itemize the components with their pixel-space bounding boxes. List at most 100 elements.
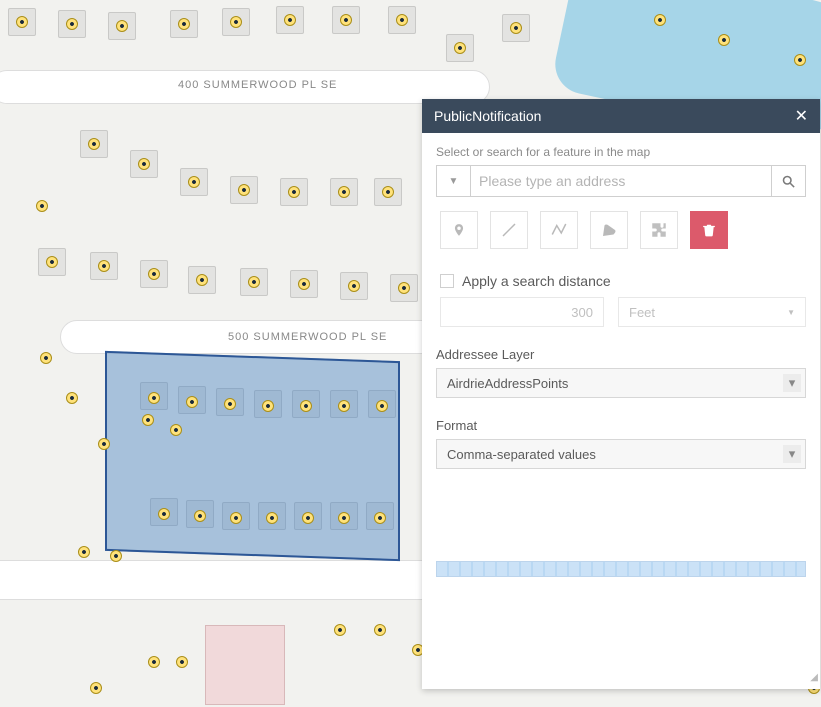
address-point[interactable]	[334, 624, 346, 636]
address-point[interactable]	[66, 18, 78, 30]
public-notification-panel: PublicNotification ✕ Select or search fo…	[422, 99, 820, 689]
distance-inputs: Feet ▼	[436, 297, 806, 327]
address-point[interactable]	[654, 14, 666, 26]
polyline-tool[interactable]	[540, 211, 578, 249]
address-point[interactable]	[158, 508, 170, 520]
address-point[interactable]	[376, 400, 388, 412]
line-tool[interactable]	[490, 211, 528, 249]
address-point[interactable]	[374, 624, 386, 636]
address-point[interactable]	[224, 398, 236, 410]
address-point[interactable]	[398, 282, 410, 294]
road-label: 500 SUMMERWOOD PL SE	[228, 331, 387, 343]
address-point[interactable]	[248, 276, 260, 288]
address-point[interactable]	[300, 400, 312, 412]
panel-title: PublicNotification	[434, 108, 541, 124]
address-point[interactable]	[16, 16, 28, 28]
address-point[interactable]	[288, 186, 300, 198]
selection-polygon[interactable]	[105, 351, 400, 561]
address-point[interactable]	[196, 274, 208, 286]
addressee-select[interactable]: AirdrieAddressPoints ▾	[436, 368, 806, 398]
search-source-dropdown[interactable]: ▼	[436, 165, 470, 197]
address-point[interactable]	[40, 352, 52, 364]
road-label: 400 SUMMERWOOD PL SE	[178, 79, 337, 91]
address-point[interactable]	[78, 546, 90, 558]
puzzle-icon	[650, 221, 668, 239]
address-point[interactable]	[302, 512, 314, 524]
panel-header[interactable]: PublicNotification ✕	[422, 99, 820, 133]
format-value: Comma-separated values	[447, 447, 596, 462]
address-point[interactable]	[66, 392, 78, 404]
address-point[interactable]	[46, 256, 58, 268]
address-point[interactable]	[230, 16, 242, 28]
distance-unit-value: Feet	[629, 305, 655, 320]
puzzle-tool[interactable]	[640, 211, 678, 249]
draw-tools	[436, 211, 806, 249]
address-point[interactable]	[98, 260, 110, 272]
format-select[interactable]: Comma-separated values ▾	[436, 439, 806, 469]
search-input[interactable]	[470, 165, 772, 197]
address-point[interactable]	[186, 396, 198, 408]
address-point[interactable]	[188, 176, 200, 188]
apply-distance-row: Apply a search distance	[436, 273, 806, 289]
search-hint: Select or search for a feature in the ma…	[436, 145, 806, 159]
address-point[interactable]	[340, 14, 352, 26]
address-point[interactable]	[230, 512, 242, 524]
polygon-icon	[600, 221, 618, 239]
chevron-down-icon: ▼	[787, 308, 795, 317]
address-point[interactable]	[454, 42, 466, 54]
address-point[interactable]	[794, 54, 806, 66]
address-point[interactable]	[148, 392, 160, 404]
address-point[interactable]	[338, 512, 350, 524]
address-point[interactable]	[138, 158, 150, 170]
addressee-value: AirdrieAddressPoints	[447, 376, 568, 391]
address-point[interactable]	[374, 512, 386, 524]
panel-body: Select or search for a feature in the ma…	[422, 133, 820, 689]
address-point[interactable]	[90, 682, 102, 694]
address-point[interactable]	[194, 510, 206, 522]
search-icon	[781, 174, 796, 189]
distance-value-input[interactable]	[440, 297, 604, 327]
address-point[interactable]	[88, 138, 100, 150]
building-highlight	[205, 625, 285, 705]
address-point[interactable]	[170, 424, 182, 436]
address-point[interactable]	[718, 34, 730, 46]
apply-distance-label: Apply a search distance	[462, 273, 611, 289]
address-point[interactable]	[396, 14, 408, 26]
close-icon[interactable]: ✕	[795, 106, 808, 126]
format-label: Format	[436, 418, 806, 433]
address-point[interactable]	[298, 278, 310, 290]
address-point[interactable]	[98, 438, 110, 450]
polyline-icon	[550, 221, 568, 239]
address-point[interactable]	[178, 18, 190, 30]
address-point[interactable]	[284, 14, 296, 26]
search-row: ▼	[436, 165, 806, 197]
chevron-down-icon: ▾	[783, 374, 801, 392]
address-point[interactable]	[148, 268, 160, 280]
distance-unit-select[interactable]: Feet ▼	[618, 297, 806, 327]
address-point[interactable]	[382, 186, 394, 198]
resize-grip[interactable]: ◢	[806, 675, 818, 687]
address-point[interactable]	[148, 656, 160, 668]
address-point[interactable]	[36, 200, 48, 212]
address-point[interactable]	[266, 512, 278, 524]
address-point[interactable]	[142, 414, 154, 426]
address-point[interactable]	[116, 20, 128, 32]
address-point[interactable]	[176, 656, 188, 668]
search-button[interactable]	[772, 165, 806, 197]
progress-bar	[436, 561, 806, 577]
point-icon	[452, 221, 466, 239]
address-point[interactable]	[510, 22, 522, 34]
addressee-label: Addressee Layer	[436, 347, 806, 362]
address-point[interactable]	[110, 550, 122, 562]
chevron-down-icon: ▾	[783, 445, 801, 463]
address-point[interactable]	[238, 184, 250, 196]
address-point[interactable]	[338, 186, 350, 198]
address-point[interactable]	[262, 400, 274, 412]
line-icon	[500, 221, 518, 239]
address-point[interactable]	[348, 280, 360, 292]
point-tool[interactable]	[440, 211, 478, 249]
apply-distance-checkbox[interactable]	[440, 274, 454, 288]
polygon-tool[interactable]	[590, 211, 628, 249]
clear-tool[interactable]	[690, 211, 728, 249]
address-point[interactable]	[338, 400, 350, 412]
